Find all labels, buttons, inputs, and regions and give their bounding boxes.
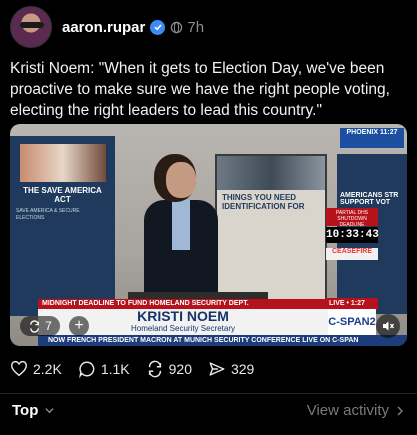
repost-count: 920 (168, 361, 192, 377)
mute-button[interactable] (376, 314, 400, 338)
news-ticker: NOW FRENCH PRESIDENT MACRON AT MUNICH SE… (38, 335, 407, 346)
post-time: 7h (170, 19, 204, 36)
screen-right-title: AMERICANS STR SUPPORT VOT (340, 192, 399, 206)
video-repost-button[interactable]: 7 (20, 316, 60, 336)
sort-dropdown[interactable]: Top (12, 402, 55, 419)
poster-photo (20, 144, 106, 182)
speaker-shirt (172, 200, 190, 250)
screen-middle-image (217, 156, 325, 190)
countdown-clock: 10:33:43 (326, 227, 379, 243)
author-row: aaron.rupar 7h (62, 19, 204, 36)
video-player[interactable]: THE SAVE AMERICA ACT SAVE AMERICA & SECU… (10, 124, 407, 346)
reply-button[interactable]: 1.1K (78, 360, 130, 378)
reply-count: 1.1K (100, 361, 130, 377)
repost-icon (30, 319, 40, 333)
poster-left: THE SAVE AMERICA ACT SAVE AMERICA & SECU… (10, 136, 115, 316)
post-header: aaron.rupar 7h (10, 6, 204, 48)
plus-icon: + (74, 317, 84, 334)
chevron-down-icon (45, 408, 55, 414)
verified-badge-icon (150, 19, 166, 35)
network-logo: C-SPAN2 (328, 309, 376, 335)
add-button[interactable]: + (69, 316, 89, 336)
like-button[interactable]: 2.2K (10, 360, 62, 378)
heart-icon (11, 360, 27, 377)
author-username[interactable]: aaron.rupar (62, 19, 145, 36)
speaker-figure (142, 158, 220, 310)
share-count: 329 (230, 361, 255, 377)
shutdown-deadline-label: PARTIAL DHS SHUTDOWN DEADLINE (326, 208, 378, 228)
speaker-muted-icon (383, 321, 395, 331)
author-avatar[interactable] (10, 6, 52, 48)
poster-left-footer: SAVE AMERICA & SECURE ELECTIONS (16, 208, 80, 221)
action-bar: 2.2K 1.1K 920 329 (10, 359, 270, 379)
view-activity-link[interactable]: View activity (307, 402, 405, 419)
poster-left-title: THE SAVE AMERICA ACT (23, 186, 102, 204)
speaker-head (166, 162, 196, 198)
post-text: Kristi Noem: "When it gets to Election D… (10, 60, 390, 119)
video-repost-count: 7 (45, 319, 52, 333)
share-button[interactable]: 329 (208, 360, 254, 378)
like-count: 2.2K (33, 361, 62, 377)
divider (0, 393, 417, 394)
globe-icon (171, 21, 183, 33)
screen-middle-title: THINGS YOU NEED IDENTIFICATION FOR (222, 193, 305, 211)
station-tag: PHOENIX 11:27 (340, 128, 404, 148)
screen-middle: THINGS YOU NEED IDENTIFICATION FOR (215, 154, 327, 304)
send-icon (209, 362, 225, 376)
chevron-right-icon (397, 405, 404, 416)
repost-button[interactable]: 920 (146, 360, 192, 378)
post-time-label: 7h (187, 18, 205, 36)
ceasefire-label: CEASEFIRE (326, 248, 378, 260)
repost-icon (148, 360, 161, 378)
sort-label: Top (12, 402, 39, 419)
comment-icon (78, 361, 95, 378)
view-activity-label: View activity (306, 402, 389, 419)
